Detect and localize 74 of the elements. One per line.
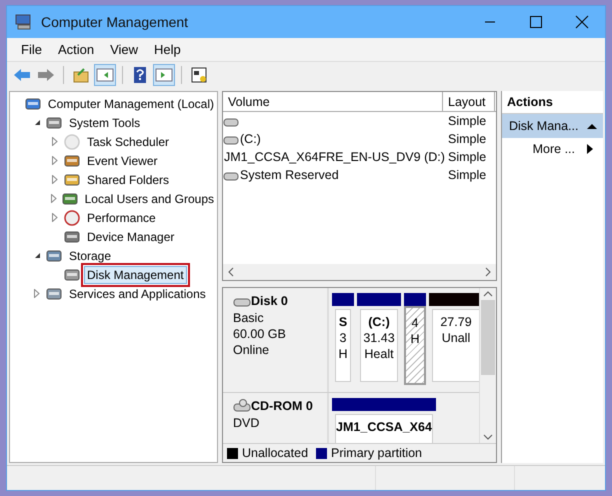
partition-box[interactable]: S 3 H	[332, 306, 354, 385]
disk-name: Disk 0	[251, 294, 288, 308]
menu-item[interactable]: View	[102, 40, 146, 59]
tree-item[interactable]: Computer Management (Local)	[44, 94, 217, 112]
tree-item[interactable]: Event Viewer	[84, 152, 160, 170]
disk-name: CD-ROM 0	[251, 399, 313, 413]
partition-box[interactable]: 4 H	[404, 306, 426, 385]
disk-info: 60.00 GB	[233, 326, 287, 342]
collapsed-icon[interactable]	[52, 137, 58, 146]
tree-item[interactable]: Task Scheduler	[84, 132, 172, 150]
partition-info: Unall	[442, 330, 470, 346]
device-icon	[63, 152, 81, 168]
disk-info: Basic	[233, 310, 265, 326]
partition-info: Healt	[364, 346, 394, 362]
more-actions-link[interactable]: More ...	[502, 138, 603, 160]
window-title: Computer Management	[41, 14, 188, 30]
vertical-scrollbar[interactable]	[479, 288, 496, 443]
collapse-icon[interactable]	[587, 122, 597, 130]
submenu-arrow-icon	[587, 144, 593, 154]
partition-info: H	[338, 346, 348, 362]
device-icon	[45, 248, 63, 264]
pane-button[interactable]	[153, 64, 175, 86]
collapsed-icon[interactable]	[34, 289, 40, 298]
partition-info: 4	[412, 315, 418, 331]
device-icon	[63, 266, 81, 282]
partition-info: 3	[340, 330, 346, 346]
tree-item[interactable]: System Tools	[66, 114, 144, 132]
volume-name: JM1_CCSA_X64FRE_EN-US_DV9 (D:)	[224, 150, 445, 164]
tree-item[interactable]: Performance	[84, 208, 159, 226]
folder-icon	[63, 172, 81, 188]
legend-label: Primary partition	[331, 446, 422, 460]
partition-info: S	[338, 314, 348, 330]
clock-icon	[63, 134, 81, 150]
layout-cell-text: Simple	[447, 168, 488, 182]
actions-section[interactable]: Disk Mana...	[502, 114, 603, 138]
layout-cell-text: Simple	[447, 114, 488, 128]
partition-box[interactable]: JM1_CCSA_X64	[332, 411, 436, 443]
layout-cell-text: Simple	[447, 150, 488, 164]
partition-info: H	[410, 331, 420, 347]
pane-button[interactable]	[94, 64, 116, 86]
device-icon	[63, 228, 81, 244]
layout-cell-text: Simple	[447, 132, 488, 146]
expanded-icon[interactable]	[34, 119, 40, 126]
partition-info: 31.43	[363, 330, 395, 346]
legend-label: Unallocated	[242, 446, 308, 460]
tree-item[interactable]: Device Manager	[84, 228, 178, 246]
column-header[interactable]: Volume	[223, 92, 443, 111]
menu-item[interactable]: Help	[146, 40, 189, 59]
volume-name: System Reserved	[240, 168, 339, 182]
tree-item[interactable]: Storage	[66, 246, 114, 264]
device-icon	[45, 114, 63, 130]
expanded-icon[interactable]	[34, 252, 40, 259]
device-icon	[60, 190, 79, 206]
partition-box[interactable]: (C:) 31.43 Healt	[357, 306, 401, 385]
gauge-icon	[63, 210, 81, 226]
horizontal-scrollbar[interactable]	[223, 264, 496, 280]
tree-item[interactable]: Local Users and Groups	[82, 190, 217, 208]
tree-item[interactable]: Shared Folders	[84, 170, 172, 188]
menu-item[interactable]: Action	[50, 40, 102, 59]
collapsed-icon[interactable]	[50, 194, 57, 203]
volume-name: (C:)	[240, 132, 261, 146]
column-header[interactable]: Layout	[443, 92, 495, 111]
tree-item[interactable]: Services and Applications	[66, 284, 209, 302]
partition-box[interactable]: 27.79 Unall	[429, 306, 479, 385]
collapsed-icon[interactable]	[52, 175, 58, 184]
disk-info: DVD	[233, 415, 260, 431]
menu-item[interactable]: File	[13, 40, 50, 59]
collapsed-icon[interactable]	[52, 156, 58, 165]
partition-info: (C:)	[368, 314, 390, 330]
partition-info: 27.79	[440, 314, 472, 330]
device-icon	[45, 286, 63, 302]
collapsed-icon[interactable]	[52, 213, 58, 222]
partition-info: JM1_CCSA_X64	[336, 419, 432, 435]
disk-info: Online	[233, 342, 270, 358]
